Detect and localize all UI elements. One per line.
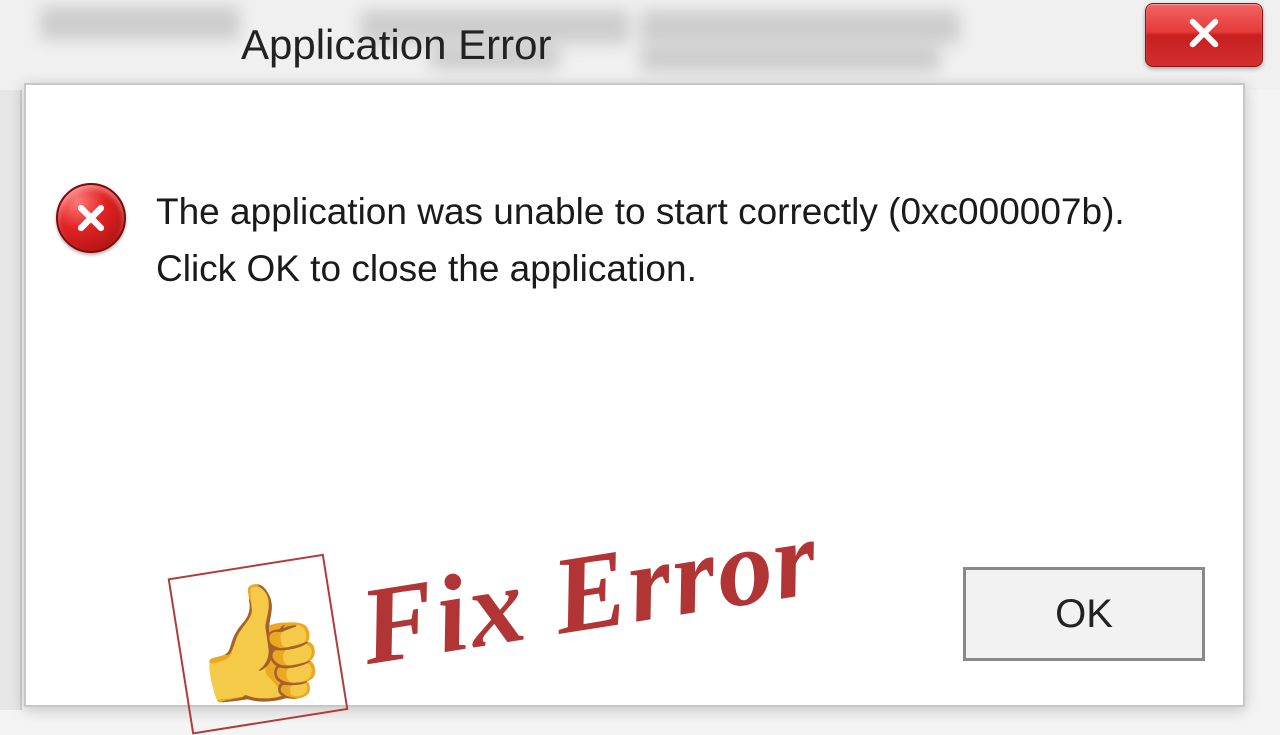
close-button[interactable] [1145, 3, 1263, 67]
fix-error-text: Fix Error [352, 493, 827, 691]
thumbs-up-icon: 👍 [178, 576, 337, 712]
blurred-background [0, 0, 1280, 90]
error-icon [56, 183, 126, 253]
dialog-content: The application was unable to start corr… [56, 183, 1213, 298]
fix-error-overlay: 👍 Fix Error [168, 478, 830, 735]
close-icon [1187, 16, 1221, 55]
error-message: The application was unable to start corr… [156, 183, 1166, 298]
dialog-title: Application Error [241, 21, 551, 69]
dialog-actions: OK [963, 567, 1205, 661]
background-sliver [0, 90, 22, 710]
ok-button[interactable]: OK [963, 567, 1205, 661]
error-dialog: Application Error The application was un… [24, 83, 1245, 707]
thumbs-up-box: 👍 [168, 554, 349, 735]
ok-button-label: OK [1055, 592, 1113, 637]
